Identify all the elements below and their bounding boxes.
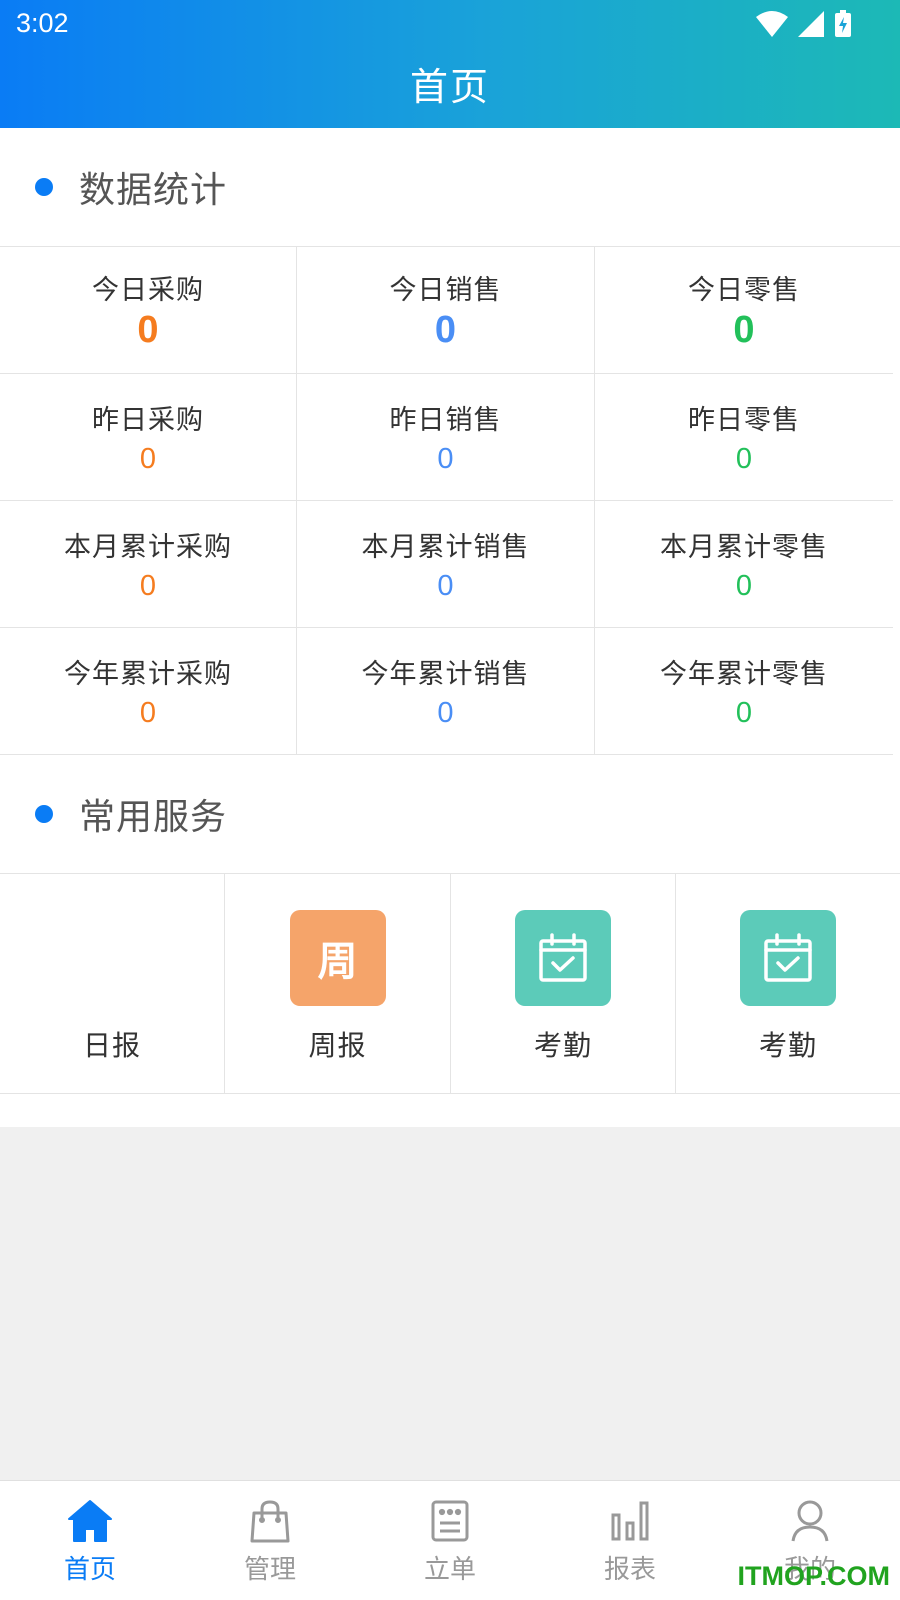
tab-label: 管理: [243, 1555, 296, 1585]
stat-value: 0: [437, 570, 454, 602]
stat-today-retail[interactable]: 今日零售 0: [595, 247, 893, 374]
tab-label: 首页: [63, 1555, 116, 1585]
stat-year-retail[interactable]: 今年累计零售 0: [595, 628, 893, 755]
stat-value: 0: [733, 309, 755, 351]
stat-value: 0: [139, 570, 157, 602]
stat-value: 0: [735, 697, 753, 729]
stat-value: 0: [437, 697, 454, 729]
stat-label: 本月累计零售: [660, 532, 828, 563]
stat-year-purchase[interactable]: 今年累计采购 0: [0, 628, 297, 755]
stat-value: 0: [437, 443, 454, 475]
stat-yesterday-retail[interactable]: 昨日零售 0: [595, 374, 893, 501]
status-time: 3:02: [16, 8, 69, 38]
service-attendance-2[interactable]: 考勤: [676, 874, 900, 1093]
stat-value: 0: [735, 443, 753, 475]
week-icon: 周: [289, 910, 386, 1006]
service-label: 考勤: [758, 1029, 817, 1062]
services-section-header: 常用服务: [0, 755, 900, 874]
status-icons: [756, 10, 852, 38]
stat-label: 昨日销售: [389, 405, 502, 436]
signal-icon: [798, 11, 824, 37]
services-grid: 日报 周 周报 考勤 考勤: [0, 874, 900, 1094]
tab-reports[interactable]: 报表: [540, 1481, 720, 1600]
service-label: 考勤: [533, 1029, 592, 1062]
stat-value: 0: [139, 697, 157, 729]
week-icon-glyph: 周: [317, 939, 358, 985]
tab-home[interactable]: 首页: [0, 1481, 180, 1600]
app-header: 3:02 首页: [0, 0, 900, 128]
stats-grid: 今日采购 0 今日销售 0 今日零售 0 昨日采购 0 昨日销售 0 昨日零售 …: [0, 247, 893, 755]
stat-today-sales[interactable]: 今日销售 0: [297, 247, 595, 374]
home-icon: [68, 1500, 112, 1542]
watermark: ITMOP.COM: [737, 1561, 890, 1591]
stat-today-purchase[interactable]: 今日采购 0: [0, 247, 297, 374]
stats-section-title: 数据统计: [79, 170, 228, 211]
stat-month-sales[interactable]: 本月累计销售 0: [297, 501, 595, 628]
section-dot: [35, 805, 53, 823]
stat-label: 昨日零售: [688, 405, 800, 436]
service-weekly-report[interactable]: 周 周报: [225, 874, 451, 1093]
wifi-icon: [756, 11, 788, 37]
stat-label: 今日销售: [389, 275, 502, 306]
section-dot: [35, 178, 53, 196]
daily-report-icon: [64, 910, 160, 1006]
tab-manage[interactable]: 管理: [180, 1481, 360, 1600]
service-daily-report[interactable]: 日报: [0, 874, 225, 1093]
shopping-bag-icon: [250, 1500, 290, 1543]
bar-chart-icon: [611, 1501, 649, 1541]
stat-value: 0: [137, 309, 159, 351]
calendar-check-icon: [515, 910, 611, 1006]
stat-label: 昨日采购: [92, 405, 204, 436]
stat-value: 0: [139, 443, 157, 475]
stats-section-header: 数据统计: [0, 128, 900, 247]
stat-value: 0: [434, 309, 457, 351]
tab-label: 立单: [423, 1555, 476, 1585]
stat-yesterday-purchase[interactable]: 昨日采购 0: [0, 374, 297, 501]
stat-label: 今年累计零售: [660, 659, 828, 690]
services-section-title: 常用服务: [79, 797, 228, 838]
stat-label: 今日零售: [688, 275, 800, 306]
tab-order[interactable]: 立单: [360, 1481, 540, 1600]
stat-month-purchase[interactable]: 本月累计采购 0: [0, 501, 297, 628]
stat-year-sales[interactable]: 今年累计销售 0: [297, 628, 595, 755]
stat-label: 今年累计销售: [361, 659, 530, 690]
page-title: 首页: [409, 65, 490, 109]
stat-label: 本月累计销售: [361, 532, 530, 563]
stat-month-retail[interactable]: 本月累计零售 0: [595, 501, 893, 628]
calendar-check-icon: [740, 910, 836, 1006]
stat-label: 今年累计采购: [64, 659, 232, 690]
stat-yesterday-sales[interactable]: 昨日销售 0: [297, 374, 595, 501]
user-icon: [791, 1500, 829, 1542]
tab-label: 报表: [603, 1555, 656, 1585]
order-form-icon: [431, 1500, 469, 1542]
service-label: 日报: [82, 1029, 141, 1062]
service-label: 周报: [308, 1029, 367, 1062]
stat-label: 本月累计采购: [64, 532, 232, 563]
stat-label: 今日采购: [92, 275, 204, 306]
battery-icon: [835, 10, 851, 37]
stat-value: 0: [735, 570, 753, 602]
service-attendance[interactable]: 考勤: [451, 874, 676, 1093]
main-content: 数据统计 今日采购 0 今日销售 0 今日零售 0 昨日采购 0 昨日销售 0 …: [0, 128, 900, 1127]
